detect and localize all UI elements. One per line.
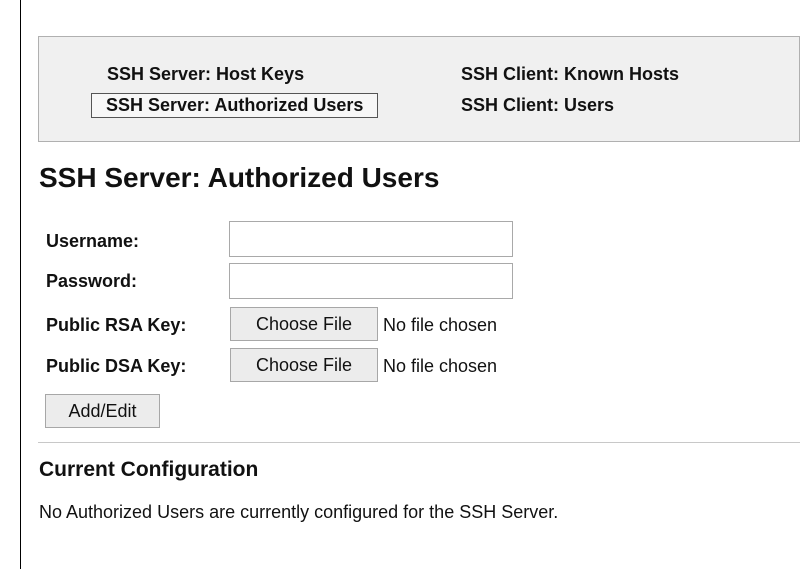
frame-border [20, 0, 21, 569]
password-input[interactable] [229, 263, 513, 299]
ssh-nav-menu: SSH Server: Host Keys SSH Client: Known … [38, 36, 800, 142]
page-title: SSH Server: Authorized Users [39, 162, 440, 193]
username-input[interactable] [229, 221, 513, 257]
nav-item-server-host-keys[interactable]: SSH Server: Host Keys [107, 64, 304, 85]
nav-item-client-users[interactable]: SSH Client: Users [461, 95, 614, 116]
nav-item-server-authorized-users[interactable]: SSH Server: Authorized Users [91, 93, 379, 118]
page-frame: SSH Server: Host Keys SSH Client: Known … [0, 0, 811, 569]
dsa-key-label: Public DSA Key: [46, 356, 187, 376]
dsa-file-status: No file chosen [383, 356, 498, 376]
rsa-key-label: Public RSA Key: [46, 315, 187, 335]
password-label: Password: [46, 271, 138, 291]
rsa-choose-file-button[interactable]: Choose File [230, 307, 378, 341]
rsa-file-status: No file chosen [383, 315, 498, 335]
current-configuration-title: Current Configuration [39, 458, 259, 481]
add-edit-button[interactable]: Add/Edit [45, 394, 160, 428]
dsa-choose-file-button[interactable]: Choose File [230, 348, 378, 382]
configuration-status-text: No Authorized Users are currently config… [39, 502, 559, 522]
username-label: Username: [46, 231, 140, 251]
nav-item-client-known-hosts[interactable]: SSH Client: Known Hosts [461, 64, 679, 85]
section-divider [38, 442, 800, 443]
